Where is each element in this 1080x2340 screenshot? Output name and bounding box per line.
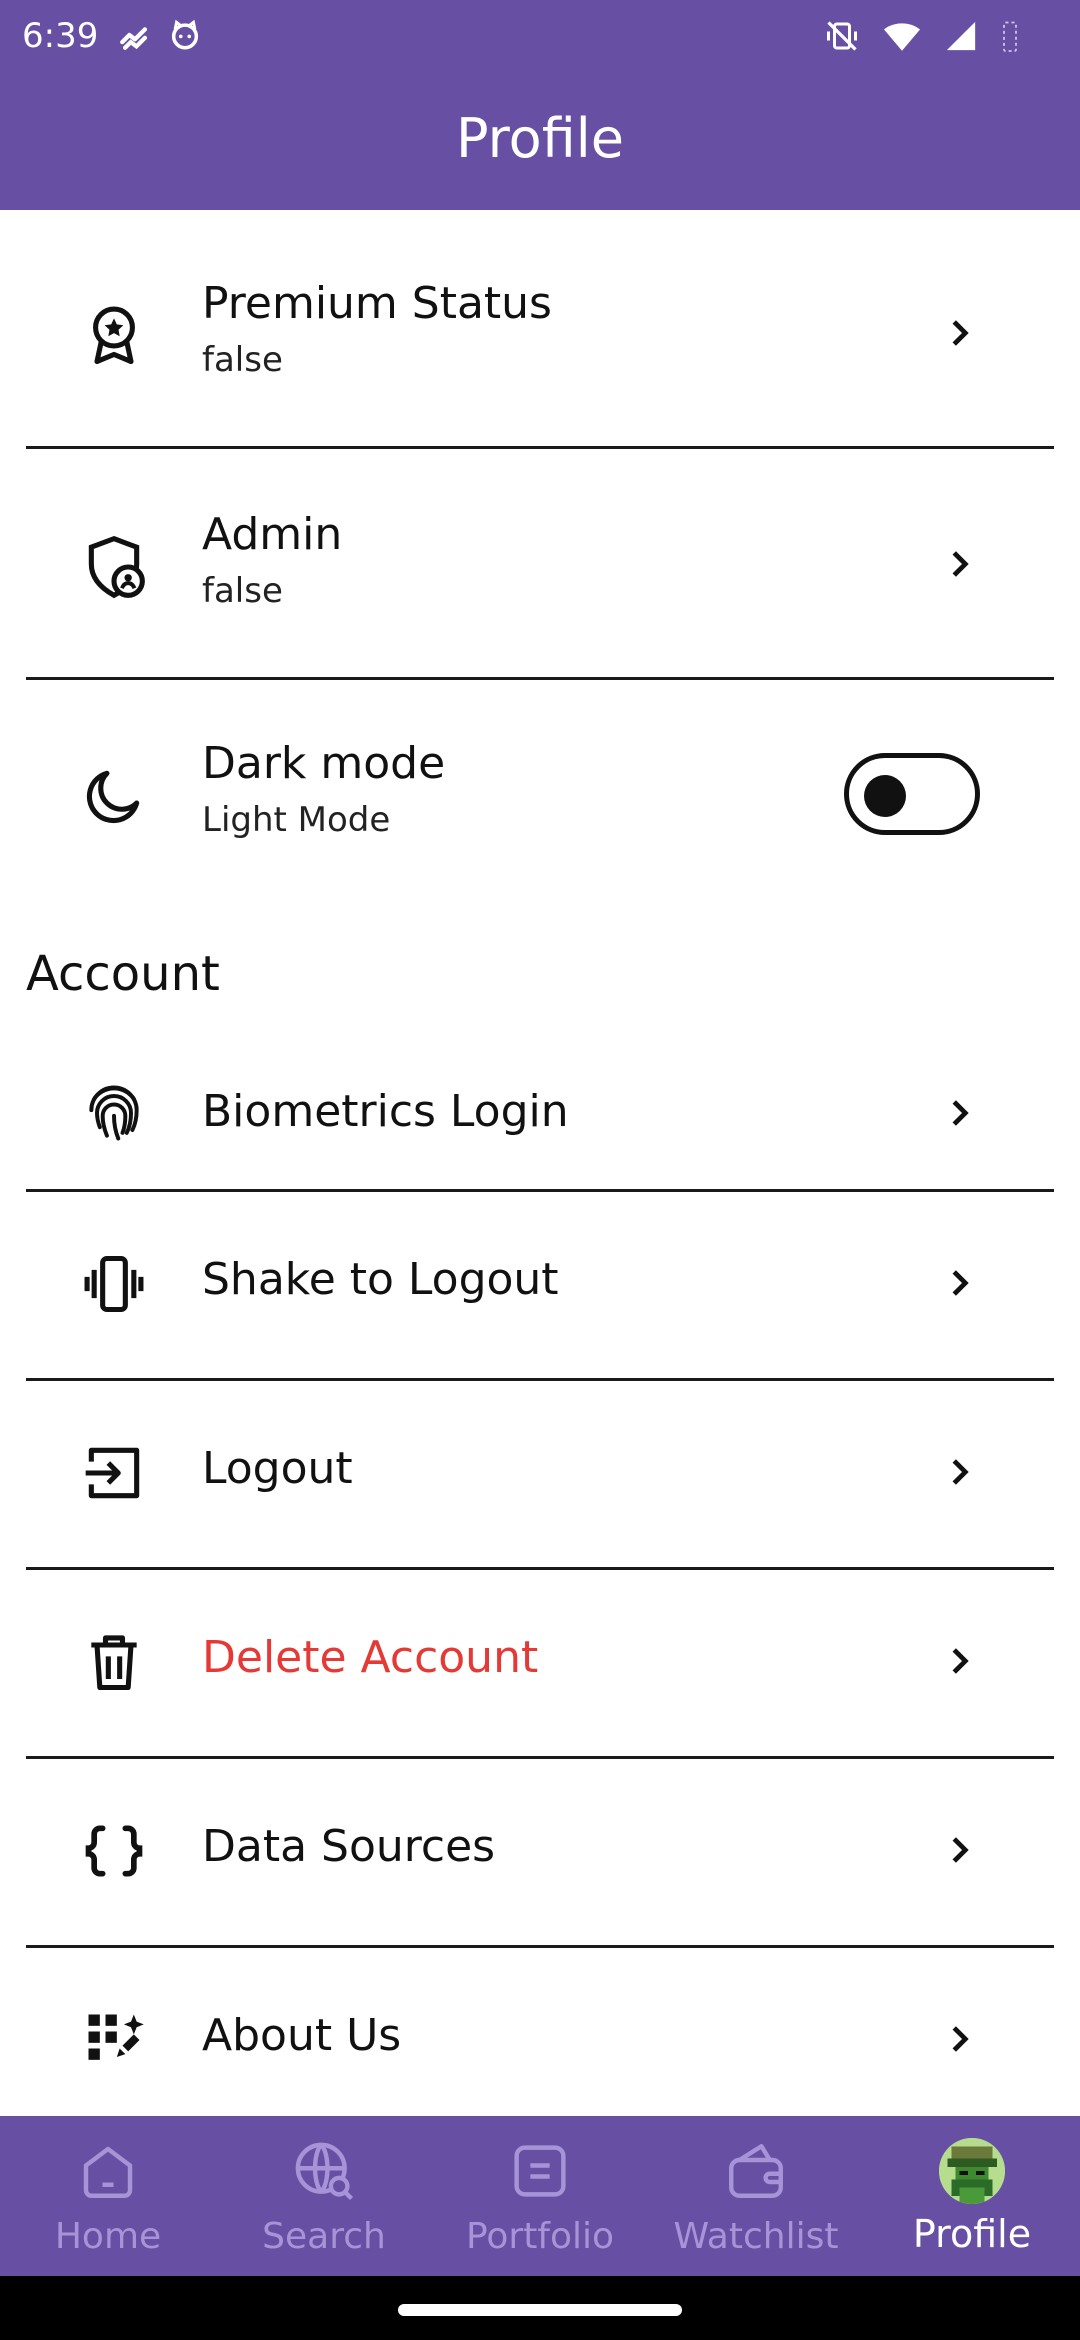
dark-mode-toggle[interactable] xyxy=(844,753,980,835)
bottom-nav: Home Search Portfolio Watchlist Profile xyxy=(0,2116,1080,2276)
logout-icon xyxy=(80,1439,148,1507)
biometrics-login-item[interactable]: Biometrics Login xyxy=(0,1030,1080,1197)
sparkle-grid-icon xyxy=(80,2006,148,2074)
nav-home[interactable]: Home xyxy=(0,2116,216,2276)
page-title: Profile xyxy=(456,107,624,170)
delete-account-title: Delete Account xyxy=(202,1632,539,1683)
home-icon xyxy=(75,2138,141,2204)
account-section-header: Account xyxy=(26,946,220,1002)
wifi-icon xyxy=(882,18,922,58)
dark-mode-title: Dark mode xyxy=(202,738,446,789)
profile-content[interactable]: Premium Status false Admin false Dark mo… xyxy=(0,210,1080,2116)
admin-item[interactable]: Admin false xyxy=(0,449,1080,677)
portfolio-icon xyxy=(507,2138,573,2204)
nav-profile-label: Profile xyxy=(912,2212,1032,2256)
logout-item[interactable]: Logout xyxy=(0,1381,1080,1567)
chevron-right-icon xyxy=(940,1642,978,1680)
avatar xyxy=(939,2138,1005,2204)
fingerprint-icon xyxy=(80,1079,148,1147)
nav-search-label: Search xyxy=(262,2216,386,2257)
moon-icon xyxy=(80,762,148,830)
status-left-icons xyxy=(118,18,202,56)
data-sources-item[interactable]: Data Sources xyxy=(0,1759,1080,1945)
cat-icon xyxy=(168,18,202,56)
signal-icon xyxy=(944,19,978,57)
award-icon xyxy=(80,302,148,370)
dark-mode-value: Light Mode xyxy=(202,800,391,840)
app-bar: Profile xyxy=(0,75,1080,210)
wallet-icon xyxy=(723,2138,789,2204)
vibrate-icon xyxy=(80,1250,148,1318)
nav-profile[interactable]: Profile xyxy=(864,2116,1080,2276)
data-sources-title: Data Sources xyxy=(202,1821,496,1872)
battery-icon xyxy=(1000,18,1020,58)
nav-search[interactable]: Search xyxy=(216,2116,432,2276)
premium-status-value: false xyxy=(202,340,283,380)
logout-title: Logout xyxy=(202,1443,353,1494)
chevron-right-icon xyxy=(940,2020,978,2058)
vibrate-off-icon xyxy=(824,18,860,58)
premium-status-title: Premium Status xyxy=(202,278,552,329)
trash-icon xyxy=(80,1628,148,1696)
shake-to-logout-title: Shake to Logout xyxy=(202,1254,559,1305)
status-right-icons xyxy=(824,18,1020,58)
status-time: 6:39 xyxy=(22,16,99,56)
admin-value: false xyxy=(202,571,283,611)
delete-account-item[interactable]: Delete Account xyxy=(0,1570,1080,1756)
braces-icon xyxy=(80,1817,148,1885)
nav-portfolio-label: Portfolio xyxy=(465,2216,615,2257)
home-gesture-handle[interactable] xyxy=(398,2304,682,2316)
admin-title: Admin xyxy=(202,509,343,560)
chevron-right-icon xyxy=(940,1094,978,1132)
chevron-right-icon xyxy=(940,1453,978,1491)
premium-status-item[interactable]: Premium Status false xyxy=(0,210,1080,446)
chevron-right-icon xyxy=(940,545,978,583)
chevron-right-icon xyxy=(940,1264,978,1302)
nav-home-label: Home xyxy=(54,2216,162,2257)
about-us-title: About Us xyxy=(202,2010,402,2061)
shake-to-logout-item[interactable]: Shake to Logout xyxy=(0,1192,1080,1378)
about-us-item[interactable]: About Us xyxy=(0,1948,1080,2116)
trend-icon xyxy=(118,18,152,56)
toggle-knob xyxy=(864,775,906,817)
nav-watchlist[interactable]: Watchlist xyxy=(648,2116,864,2276)
chevron-right-icon xyxy=(940,1831,978,1869)
nav-watchlist-label: Watchlist xyxy=(673,2216,839,2257)
status-bar: 6:39 xyxy=(0,0,1080,75)
gesture-bar xyxy=(0,2276,1080,2340)
globe-search-icon xyxy=(291,2138,357,2204)
biometrics-login-title: Biometrics Login xyxy=(202,1086,569,1137)
shield-user-icon xyxy=(80,533,148,601)
chevron-right-icon xyxy=(940,314,978,352)
nav-portfolio[interactable]: Portfolio xyxy=(432,2116,648,2276)
